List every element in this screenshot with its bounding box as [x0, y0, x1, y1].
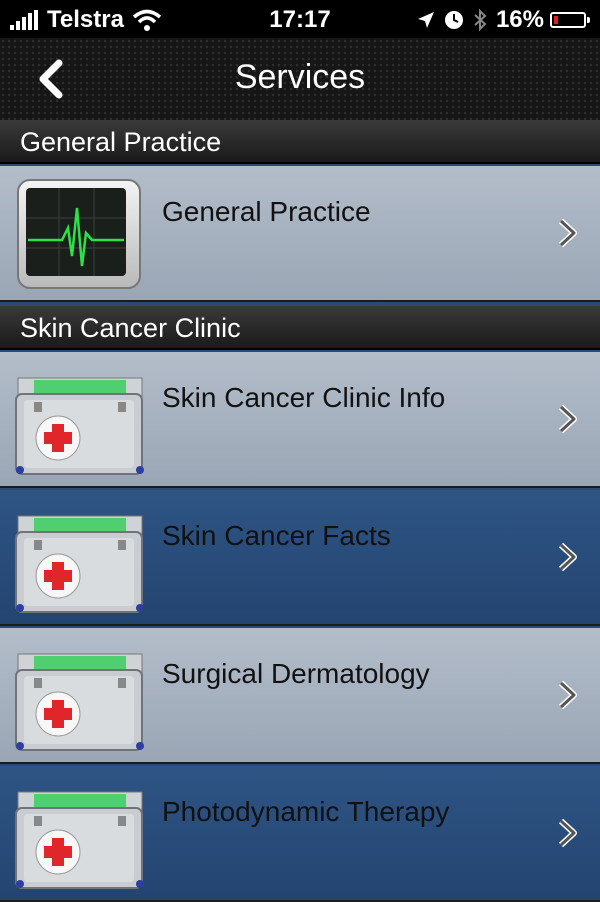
chevron-right-icon: [558, 218, 577, 248]
list-item-surgical-dermatology[interactable]: Surgical Dermatology: [0, 628, 600, 764]
status-right: 16%: [408, 6, 590, 34]
list-item-label: Photodynamic Therapy: [162, 796, 450, 827]
list-item-general-practice[interactable]: General Practice: [0, 166, 600, 302]
list-item-photodynamic-therapy[interactable]: Photodynamic Therapy: [0, 766, 600, 902]
list-item-label: Surgical Dermatology: [162, 658, 430, 689]
section-header-general-practice: General Practice: [0, 120, 600, 164]
list-item-skin-cancer-clinic-info[interactable]: Skin Cancer Clinic Info: [0, 352, 600, 488]
battery-icon: [550, 12, 590, 28]
list-item-label: General Practice: [162, 196, 371, 227]
medical-kit-icon: [15, 377, 144, 475]
heart-monitor-icon: [17, 179, 141, 289]
medical-kit-icon: [15, 791, 144, 889]
clock-icon: [444, 11, 463, 29]
chevron-right-icon: [558, 404, 577, 434]
list-item-label: Skin Cancer Facts: [162, 520, 391, 551]
page-title: Services: [234, 58, 366, 96]
battery-percent: 16%: [495, 6, 544, 33]
location-icon: [417, 12, 434, 28]
list-item-skin-cancer-facts[interactable]: Skin Cancer Facts: [0, 490, 600, 626]
navigation-bar: Services: [0, 38, 600, 120]
list-item-label: Skin Cancer Clinic Info: [162, 382, 446, 413]
battery-fill: [554, 16, 558, 24]
status-bar: Telstra 17:17 16%: [0, 0, 600, 38]
bluetooth-icon: [474, 9, 487, 31]
section-header-skin-cancer-clinic: Skin Cancer Clinic: [0, 306, 600, 350]
chevron-right-icon: [558, 680, 577, 710]
chevron-right-icon: [558, 542, 577, 572]
chevron-right-icon: [558, 818, 577, 848]
medical-kit-icon: [15, 653, 144, 751]
medical-kit-icon: [15, 515, 144, 613]
